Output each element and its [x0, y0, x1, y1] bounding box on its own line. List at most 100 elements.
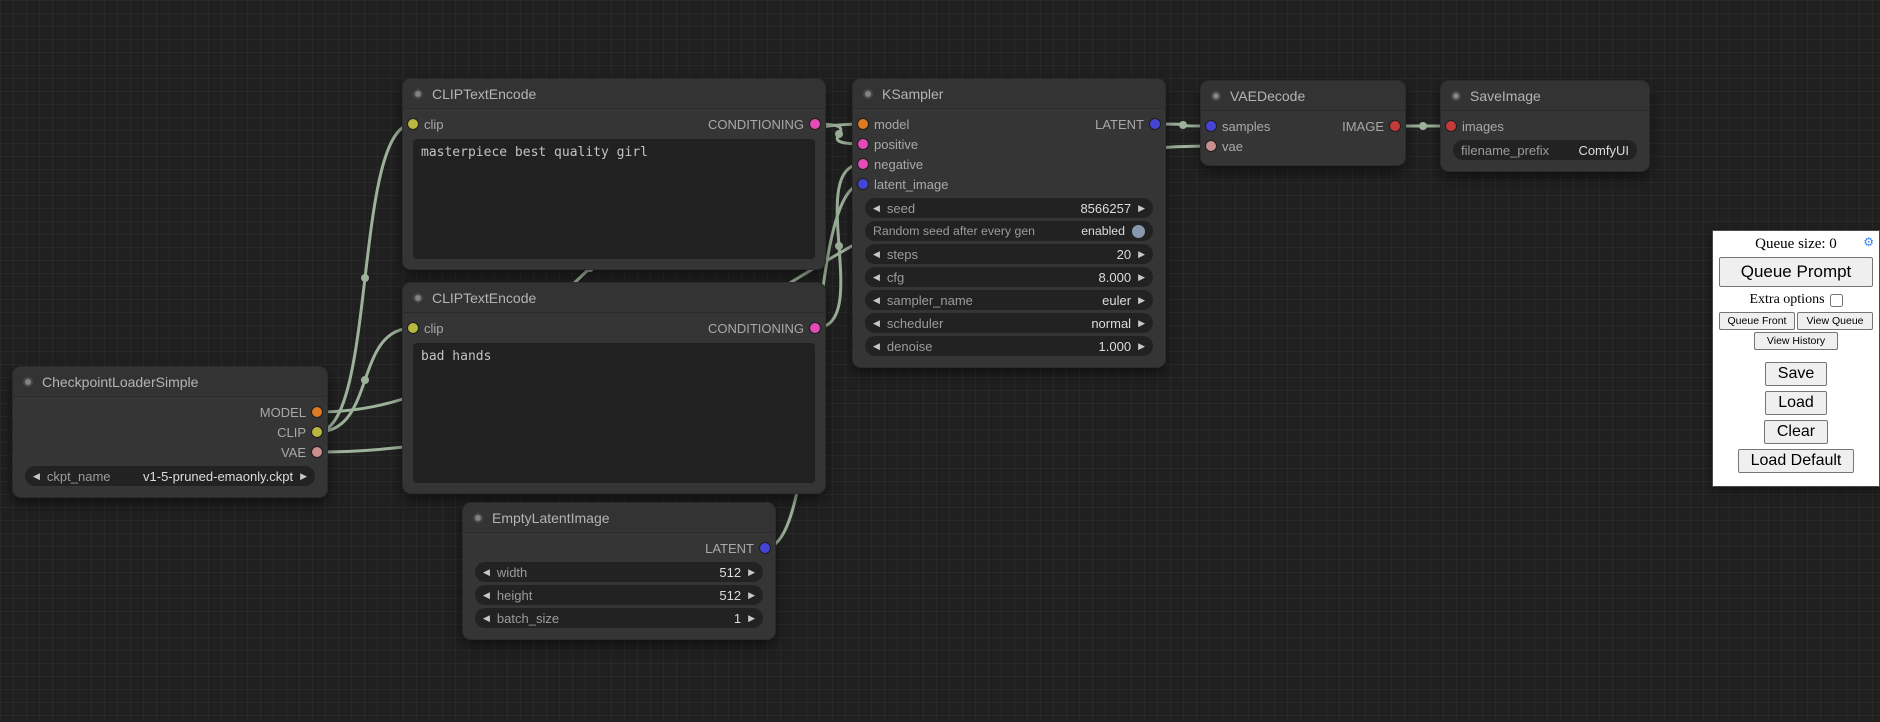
load-button[interactable]: Load — [1765, 391, 1827, 415]
node-collapse-dot-icon[interactable] — [23, 377, 33, 387]
arrow-left-icon[interactable]: ◀ — [873, 273, 880, 282]
node-collapse-dot-icon[interactable] — [1211, 91, 1221, 101]
widget-value: 8.000 — [1099, 270, 1132, 285]
arrow-right-icon[interactable]: ▶ — [1138, 204, 1145, 213]
widget-ckpt-name[interactable]: ◀ ckpt_name v1-5-pruned-emaonly.ckpt ▶ — [25, 466, 315, 486]
node-vae-decode[interactable]: VAEDecode samples IMAGE vae — [1200, 80, 1406, 166]
port-samples-input[interactable] — [1206, 121, 1216, 131]
widget-label: denoise — [887, 339, 933, 354]
node-title: CLIPTextEncode — [432, 86, 536, 102]
widget-batch-size[interactable]: ◀ batch_size 1 ▶ — [475, 608, 763, 628]
node-title-bar[interactable]: CLIPTextEncode — [403, 283, 825, 313]
widget-denoise[interactable]: ◀ denoise 1.000 ▶ — [865, 336, 1153, 356]
queue-front-button[interactable]: Queue Front — [1719, 312, 1795, 330]
port-vae-input[interactable] — [1206, 141, 1216, 151]
widget-random-seed-toggle[interactable]: Random seed after every gen enabled — [865, 221, 1153, 241]
toggle-knob-icon[interactable] — [1132, 225, 1145, 238]
arrow-left-icon[interactable]: ◀ — [483, 568, 490, 577]
slot-label-conditioning: CONDITIONING — [708, 321, 804, 336]
node-title-bar[interactable]: VAEDecode — [1201, 81, 1405, 111]
widget-value: euler — [1102, 293, 1131, 308]
port-model-output[interactable] — [312, 407, 322, 417]
node-checkpoint-loader[interactable]: CheckpointLoaderSimple MODEL CLIP VAE ◀ … — [12, 366, 328, 498]
slot-label-samples: samples — [1222, 119, 1270, 134]
widget-width[interactable]: ◀ width 512 ▶ — [475, 562, 763, 582]
widget-filename-prefix[interactable]: filename_prefix ComfyUI — [1453, 140, 1637, 160]
port-images-input[interactable] — [1446, 121, 1456, 131]
arrow-left-icon[interactable]: ◀ — [873, 342, 880, 351]
slot-label-clip: clip — [424, 117, 444, 132]
port-vae-output[interactable] — [312, 447, 322, 457]
port-conditioning-output[interactable] — [810, 119, 820, 129]
node-clip-text-encode-negative[interactable]: CLIPTextEncode clip CONDITIONING bad han… — [402, 282, 826, 494]
extra-options-checkbox[interactable] — [1830, 294, 1843, 307]
widget-height[interactable]: ◀ height 512 ▶ — [475, 585, 763, 605]
node-clip-text-encode-positive[interactable]: CLIPTextEncode clip CONDITIONING masterp… — [402, 78, 826, 270]
port-latent-output[interactable] — [1150, 119, 1160, 129]
widget-value: 1.000 — [1099, 339, 1132, 354]
widget-scheduler[interactable]: ◀ scheduler normal ▶ — [865, 313, 1153, 333]
prompt-textarea[interactable]: bad hands — [413, 343, 815, 483]
slot-row: vae — [1201, 136, 1405, 156]
widget-label: height — [497, 588, 532, 603]
node-empty-latent-image[interactable]: EmptyLatentImage LATENT ◀ width 512 ▶ ◀ … — [462, 502, 776, 640]
node-title-bar[interactable]: SaveImage — [1441, 81, 1649, 111]
arrow-right-icon[interactable]: ▶ — [300, 472, 307, 481]
port-latent-output[interactable] — [760, 543, 770, 553]
arrow-right-icon[interactable]: ▶ — [1138, 296, 1145, 305]
port-latent-image-input[interactable] — [858, 179, 868, 189]
arrow-left-icon[interactable]: ◀ — [873, 296, 880, 305]
widget-cfg[interactable]: ◀ cfg 8.000 ▶ — [865, 267, 1153, 287]
node-collapse-dot-icon[interactable] — [413, 293, 423, 303]
arrow-right-icon[interactable]: ▶ — [1138, 273, 1145, 282]
node-collapse-dot-icon[interactable] — [863, 89, 873, 99]
port-image-output[interactable] — [1390, 121, 1400, 131]
node-title-bar[interactable]: CheckpointLoaderSimple — [13, 367, 327, 397]
arrow-right-icon[interactable]: ▶ — [1138, 250, 1145, 259]
node-save-image[interactable]: SaveImage images filename_prefix ComfyUI — [1440, 80, 1650, 172]
port-negative-input[interactable] — [858, 159, 868, 169]
widget-value: 512 — [719, 565, 741, 580]
arrow-right-icon[interactable]: ▶ — [748, 614, 755, 623]
arrow-left-icon[interactable]: ◀ — [483, 614, 490, 623]
settings-icon[interactable]: ⚙ — [1863, 235, 1874, 250]
port-positive-input[interactable] — [858, 139, 868, 149]
widget-label: width — [497, 565, 527, 580]
arrow-left-icon[interactable]: ◀ — [33, 472, 40, 481]
load-default-button[interactable]: Load Default — [1738, 449, 1855, 473]
queue-prompt-button[interactable]: Queue Prompt — [1719, 257, 1873, 287]
widget-seed[interactable]: ◀ seed 8566257 ▶ — [865, 198, 1153, 218]
arrow-right-icon[interactable]: ▶ — [748, 568, 755, 577]
view-history-button[interactable]: View History — [1754, 332, 1838, 350]
arrow-right-icon[interactable]: ▶ — [748, 591, 755, 600]
arrow-left-icon[interactable]: ◀ — [483, 591, 490, 600]
node-collapse-dot-icon[interactable] — [1451, 91, 1461, 101]
arrow-left-icon[interactable]: ◀ — [873, 204, 880, 213]
port-conditioning-output[interactable] — [810, 323, 820, 333]
arrow-left-icon[interactable]: ◀ — [873, 319, 880, 328]
node-ksampler[interactable]: KSampler model LATENT positive negative — [852, 78, 1166, 368]
node-title-bar[interactable]: KSampler — [853, 79, 1165, 109]
node-collapse-dot-icon[interactable] — [473, 513, 483, 523]
prompt-textarea[interactable]: masterpiece best quality girl — [413, 139, 815, 259]
node-title-bar[interactable]: CLIPTextEncode — [403, 79, 825, 109]
node-collapse-dot-icon[interactable] — [413, 89, 423, 99]
slot-row: positive — [853, 134, 1165, 154]
widget-steps[interactable]: ◀ steps 20 ▶ — [865, 244, 1153, 264]
slot-label-latent-image: latent_image — [874, 177, 948, 192]
node-title-bar[interactable]: EmptyLatentImage — [463, 503, 775, 533]
widget-value: 8566257 — [1080, 201, 1131, 216]
arrow-right-icon[interactable]: ▶ — [1138, 342, 1145, 351]
widget-label: seed — [887, 201, 915, 216]
view-queue-button[interactable]: View Queue — [1797, 312, 1873, 330]
port-model-input[interactable] — [858, 119, 868, 129]
save-button[interactable]: Save — [1765, 362, 1827, 386]
arrow-right-icon[interactable]: ▶ — [1138, 319, 1145, 328]
slot-label-image: IMAGE — [1342, 119, 1384, 134]
widget-sampler-name[interactable]: ◀ sampler_name euler ▶ — [865, 290, 1153, 310]
port-clip-input[interactable] — [408, 323, 418, 333]
port-clip-input[interactable] — [408, 119, 418, 129]
port-clip-output[interactable] — [312, 427, 322, 437]
clear-button[interactable]: Clear — [1764, 420, 1828, 444]
arrow-left-icon[interactable]: ◀ — [873, 250, 880, 259]
